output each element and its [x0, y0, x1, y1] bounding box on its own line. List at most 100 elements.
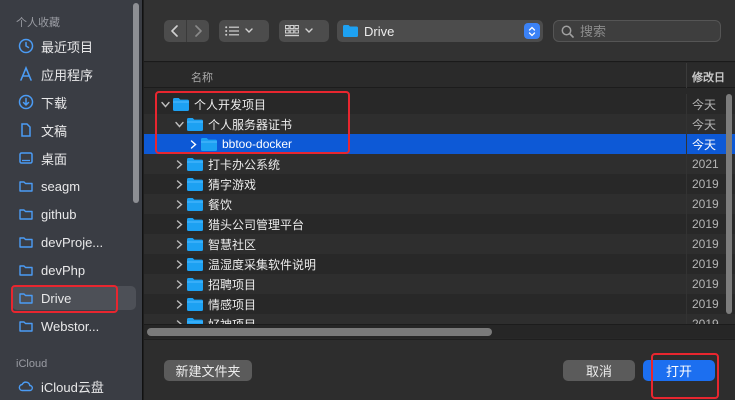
sidebar-item-label: 应用程序 [41, 67, 94, 83]
file-list: 个人开发项目 今天 个人服务器证书 今天 bbtoo-docker 今天 打卡办公系统 202… [144, 89, 735, 324]
folder-icon [187, 298, 203, 311]
column-divider [686, 314, 687, 324]
column-header: 名称 修改日 [144, 63, 735, 88]
file-date: 2019 [692, 217, 719, 231]
sidebar-item-downloads[interactable]: 下载 [12, 90, 136, 114]
disclosure-collapsed-icon[interactable] [174, 299, 184, 309]
folder-icon [201, 138, 217, 151]
sidebar-item-drive[interactable]: Drive [12, 286, 136, 310]
search-input[interactable] [580, 23, 710, 39]
sidebar-item-applications[interactable]: 应用程序 [12, 62, 136, 86]
disclosure-collapsed-icon[interactable] [174, 199, 184, 209]
sidebar-item-label: 最近项目 [41, 39, 94, 55]
folder-icon [18, 290, 34, 306]
sidebar-item-label: 下载 [41, 95, 68, 111]
sidebar-item-documents[interactable]: 文稿 [12, 118, 136, 142]
file-row[interactable]: 猜字游戏 2019 [144, 174, 735, 194]
search-field[interactable] [553, 20, 721, 42]
folder-icon [18, 178, 34, 194]
folder-icon [187, 198, 203, 211]
sidebar-item-label: devProje... [41, 234, 104, 250]
sidebar-item-label: seagm [41, 178, 81, 194]
column-divider [686, 274, 687, 294]
sidebar-item-github[interactable]: github [12, 202, 136, 226]
sidebar-item-recents[interactable]: 最近项目 [12, 34, 136, 58]
folder-icon [18, 262, 34, 278]
vertical-scrollbar-thumb[interactable] [726, 94, 732, 314]
file-row[interactable]: 智慧社区 2019 [144, 234, 735, 254]
forward-button[interactable] [187, 20, 209, 42]
bottom-bar: 新建文件夹 取消 打开 [144, 339, 735, 400]
file-date: 2019 [692, 177, 719, 191]
back-button[interactable] [164, 20, 186, 42]
download-icon [18, 94, 34, 110]
file-name: 招聘项目 [208, 277, 257, 292]
file-name: 好神项目 [208, 316, 256, 325]
file-row[interactable]: 招聘项目 2019 [144, 274, 735, 294]
disclosure-expanded-icon[interactable] [174, 119, 184, 129]
new-folder-button[interactable]: 新建文件夹 [164, 360, 252, 381]
search-icon [561, 25, 574, 38]
folder-icon [18, 206, 34, 222]
group-view-button[interactable] [279, 20, 329, 42]
column-divider [686, 134, 687, 154]
grid-view-icon [285, 25, 299, 37]
column-divider [686, 214, 687, 234]
sidebar-item-icloud-drive[interactable]: iCloud云盘 [12, 374, 136, 398]
chevron-left-icon [171, 25, 178, 37]
sidebar-item-devphp[interactable]: devPhp [12, 258, 136, 282]
disclosure-collapsed-icon[interactable] [174, 179, 184, 189]
sidebar-item-seagm[interactable]: seagm [12, 174, 136, 198]
sidebar-item-desktop[interactable]: 桌面 [12, 146, 136, 170]
disclosure-collapsed-icon[interactable] [188, 139, 198, 149]
sidebar-item-webstorm[interactable]: Webstor... [12, 314, 136, 338]
folder-icon [173, 98, 189, 111]
disclosure-collapsed-icon[interactable] [174, 159, 184, 169]
file-row[interactable]: 情感项目 2019 [144, 294, 735, 314]
file-date: 今天 [692, 117, 717, 132]
column-divider[interactable] [686, 63, 687, 88]
sidebar-item-label: devPhp [41, 262, 86, 278]
file-browser: Drive 名称 修改日 个人开发项目今天个人服务器证书今天bbtoo-dock… [144, 0, 735, 400]
file-row[interactable]: 好神项目 2019 [144, 314, 735, 324]
disclosure-collapsed-icon[interactable] [174, 259, 184, 269]
column-divider [686, 114, 687, 134]
updown-stepper-icon [524, 23, 540, 39]
file-row[interactable]: 猎头公司管理平台 2019 [144, 214, 735, 234]
list-view-icon [225, 26, 239, 36]
column-name-header[interactable]: 名称 [191, 69, 213, 85]
sidebar: 个人收藏 最近项目 应用程序 下载 文稿 桌面 seagm github dev… [0, 0, 143, 400]
file-name: 温湿度采集软件说明 [208, 257, 317, 272]
horizontal-scrollbar[interactable] [144, 324, 735, 338]
file-row[interactable]: 个人服务器证书 今天 [144, 114, 735, 134]
file-date: 2019 [692, 317, 719, 324]
open-button[interactable]: 打开 [643, 360, 715, 381]
sidebar-item-label: Drive [41, 290, 72, 306]
disclosure-collapsed-icon[interactable] [174, 239, 184, 249]
folder-icon [187, 158, 203, 171]
column-divider [686, 254, 687, 274]
column-date-header[interactable]: 修改日 [692, 69, 725, 85]
file-row[interactable]: 个人开发项目 今天 [144, 94, 735, 114]
location-label: Drive [364, 23, 395, 39]
cancel-button[interactable]: 取消 [563, 360, 635, 381]
column-divider [686, 154, 687, 174]
location-popup[interactable]: Drive [337, 20, 543, 42]
disclosure-collapsed-icon[interactable] [174, 219, 184, 229]
chevron-right-icon [195, 25, 202, 37]
file-row[interactable]: 餐饮 2019 [144, 194, 735, 214]
sidebar-scrollbar[interactable] [133, 3, 139, 203]
sidebar-item-label: iCloud云盘 [41, 379, 104, 395]
file-row[interactable]: bbtoo-docker 今天 [144, 134, 735, 154]
applications-icon [18, 66, 34, 82]
file-row[interactable]: 打卡办公系统 2021 [144, 154, 735, 174]
icloud-header: iCloud [16, 358, 48, 370]
list-view-button[interactable] [219, 20, 269, 42]
disclosure-collapsed-icon[interactable] [174, 279, 184, 289]
sidebar-item-devprojects[interactable]: devProje... [12, 230, 136, 254]
disclosure-expanded-icon[interactable] [160, 99, 170, 109]
file-row[interactable]: 温湿度采集软件说明 2019 [144, 254, 735, 274]
scrollbar-thumb[interactable] [147, 328, 492, 336]
toolbar: Drive [144, 0, 735, 62]
desktop-icon [18, 150, 34, 166]
